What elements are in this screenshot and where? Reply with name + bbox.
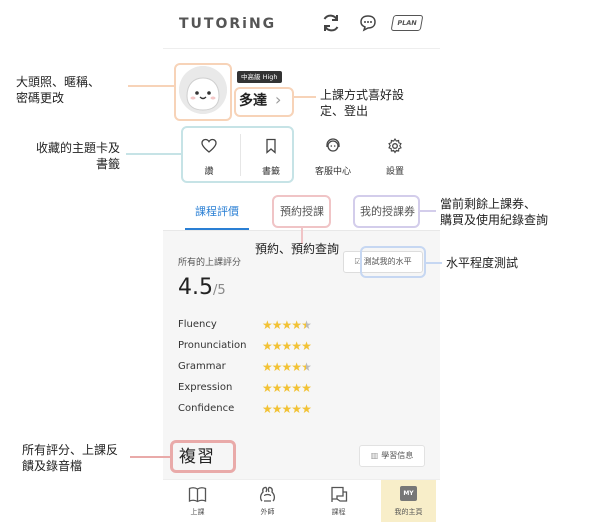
chat-icon[interactable] bbox=[359, 14, 377, 32]
star-filled-icon: ★ bbox=[271, 381, 283, 395]
highlight-profile-name bbox=[234, 87, 294, 117]
highlight-avatar bbox=[174, 63, 232, 121]
skill-name: Fluency bbox=[178, 319, 217, 330]
star-filled-icon: ★ bbox=[301, 402, 312, 416]
star-filled-icon: ★ bbox=[281, 360, 293, 374]
note-avatar: 大頭照、暱稱、 密碼更改 bbox=[16, 75, 101, 105]
score-value: 4.5 bbox=[178, 275, 213, 300]
star-half-icon: ★ bbox=[301, 318, 312, 332]
connector-line bbox=[420, 210, 436, 212]
app-logo: TUTORiNG bbox=[179, 16, 277, 32]
skill-row: Pronunciation ★★★★★ bbox=[178, 339, 428, 356]
star-filled-icon: ★ bbox=[291, 360, 302, 374]
score-denominator: /5 bbox=[213, 283, 226, 298]
skill-row: Fluency ★★★★★ bbox=[178, 318, 428, 335]
learning-info-label: 學習信息 bbox=[381, 451, 414, 460]
star-filled-icon: ★ bbox=[291, 318, 302, 332]
connector-line bbox=[130, 456, 170, 458]
star-filled-icon: ★ bbox=[301, 381, 312, 395]
star-filled-icon: ★ bbox=[262, 339, 273, 353]
star-filled-icon: ★ bbox=[262, 318, 273, 332]
note-level-test: 水平程度測試 bbox=[446, 256, 519, 270]
skill-row: Confidence ★★★★★ bbox=[178, 402, 428, 419]
star-filled-icon: ★ bbox=[271, 339, 283, 353]
skill-name: Expression bbox=[178, 382, 233, 393]
star-filled-icon: ★ bbox=[262, 381, 273, 395]
nav-label: 課程 bbox=[331, 508, 346, 516]
shortcut-customer-service[interactable]: 客服中心 bbox=[305, 130, 361, 180]
flag-icon bbox=[331, 486, 348, 502]
bottom-navigation: 上課 外師 課程 MY 我的主頁 bbox=[163, 479, 440, 522]
nav-class[interactable]: 上課 bbox=[170, 480, 225, 522]
star-filled-icon: ★ bbox=[262, 402, 273, 416]
overall-rating-score: 4.5/5 bbox=[178, 275, 226, 300]
star-filled-icon: ★ bbox=[281, 381, 293, 395]
skill-row: Expression ★★★★★ bbox=[178, 381, 428, 398]
shortcut-settings[interactable]: 設置 bbox=[367, 130, 423, 180]
star-rating: ★★★★★ bbox=[262, 339, 312, 353]
headset-icon bbox=[326, 138, 340, 152]
plan-button[interactable]: PLAN bbox=[390, 15, 424, 31]
star-filled-icon: ★ bbox=[281, 339, 293, 353]
note-reviews: 所有評分、上課反 饋及錄音檔 bbox=[22, 443, 119, 473]
connector-line bbox=[126, 153, 181, 155]
skill-name: Pronunciation bbox=[178, 340, 247, 351]
star-filled-icon: ★ bbox=[281, 318, 293, 332]
nav-my-page[interactable]: MY 我的主頁 bbox=[381, 480, 436, 522]
gear-icon bbox=[388, 138, 402, 154]
star-filled-icon: ★ bbox=[271, 318, 283, 332]
app-header: TUTORiNG PLAN bbox=[163, 0, 440, 49]
my-badge-icon: MY bbox=[400, 486, 417, 501]
star-half-icon: ★ bbox=[301, 360, 312, 374]
note-booking: 預約、預約查詢 bbox=[255, 242, 340, 256]
level-badge: 中高級 High bbox=[237, 71, 282, 83]
nav-courses[interactable]: 課程 bbox=[311, 480, 366, 522]
star-filled-icon: ★ bbox=[281, 402, 293, 416]
skill-name: Grammar bbox=[178, 361, 226, 372]
connector-line bbox=[294, 96, 316, 98]
star-rating: ★★★★★ bbox=[262, 318, 312, 332]
highlight-level-test bbox=[360, 246, 426, 278]
star-rating: ★★★★★ bbox=[262, 402, 312, 416]
star-filled-icon: ★ bbox=[271, 402, 283, 416]
star-filled-icon: ★ bbox=[301, 339, 312, 353]
star-filled-icon: ★ bbox=[291, 381, 302, 395]
star-rating: ★★★★★ bbox=[262, 360, 312, 374]
note-favorites: 收藏的主題卡及 書籤 bbox=[35, 141, 120, 171]
refresh-icon[interactable] bbox=[321, 13, 341, 33]
connector-line bbox=[128, 85, 174, 87]
star-rating: ★★★★★ bbox=[262, 381, 312, 395]
star-filled-icon: ★ bbox=[291, 402, 302, 416]
skill-row: Grammar ★★★★★ bbox=[178, 360, 428, 377]
shortcut-label: 客服中心 bbox=[314, 167, 351, 177]
connector-line bbox=[426, 262, 442, 264]
nav-label: 上課 bbox=[190, 508, 205, 516]
nav-label: 外師 bbox=[260, 508, 275, 516]
nav-label: 我的主頁 bbox=[394, 508, 423, 516]
highlight-review bbox=[170, 440, 236, 473]
nav-tutors[interactable]: 外師 bbox=[240, 480, 295, 522]
shortcut-label: 設置 bbox=[385, 167, 404, 177]
tab-course-review[interactable]: 課程評價 bbox=[195, 203, 239, 219]
tutors-icon bbox=[259, 486, 276, 502]
note-method: 上課方式喜好設 定、登出 bbox=[320, 88, 405, 118]
skill-name: Confidence bbox=[178, 403, 235, 414]
overall-rating-label: 所有的上課評分 bbox=[178, 258, 242, 268]
highlight-favorites bbox=[181, 126, 294, 183]
note-vouchers: 當前剩餘上課券、 購買及使用紀錄查詢 bbox=[440, 197, 549, 227]
star-filled-icon: ★ bbox=[262, 360, 273, 374]
book-icon bbox=[188, 487, 207, 503]
star-filled-icon: ★ bbox=[271, 360, 283, 374]
highlight-vouchers-tab bbox=[353, 195, 420, 228]
highlight-booking-tab bbox=[272, 195, 331, 228]
chart-icon: ▥ bbox=[370, 451, 379, 460]
star-filled-icon: ★ bbox=[291, 339, 302, 353]
learning-info-button[interactable]: ▥ 學習信息 bbox=[359, 445, 425, 467]
